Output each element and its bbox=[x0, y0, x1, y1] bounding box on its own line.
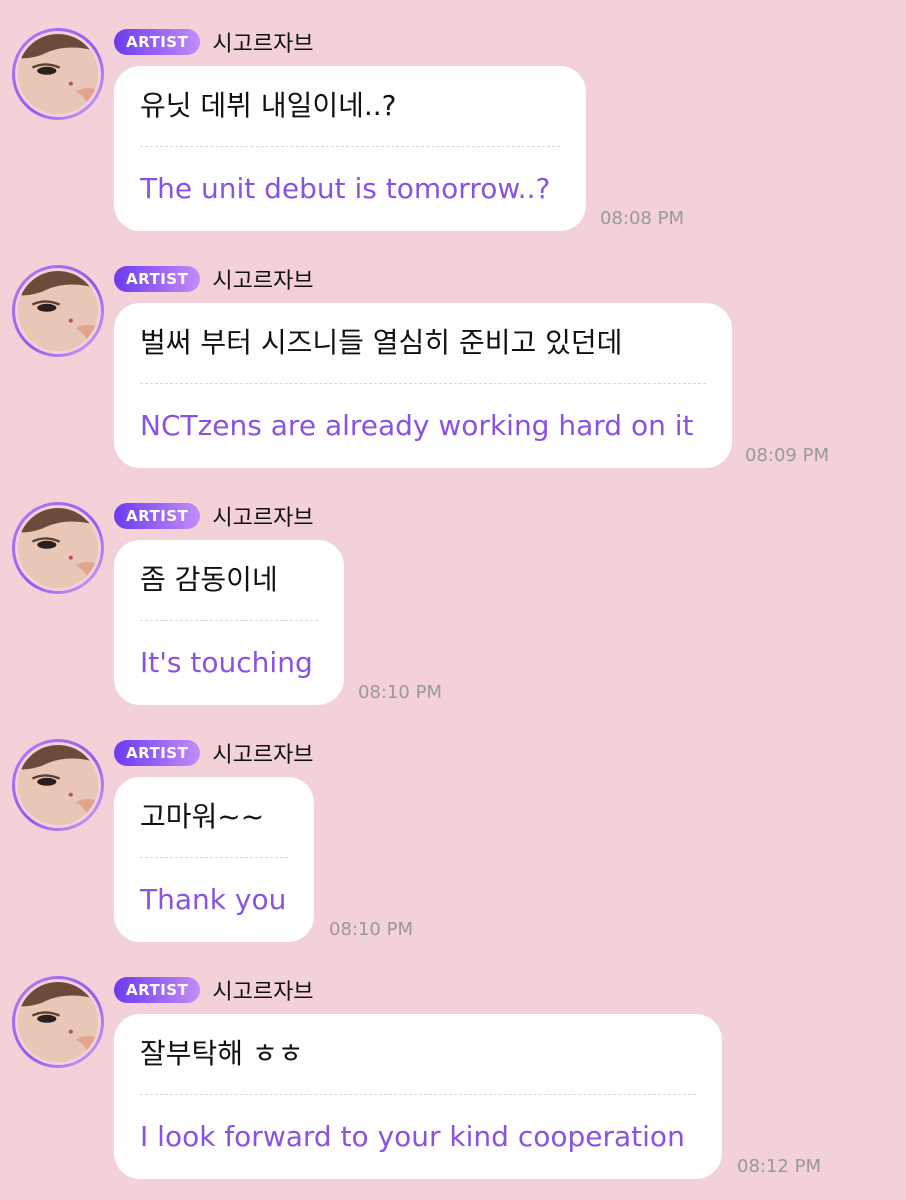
chat-message: ARTIST 시고르자브 벌써 부터 시즈니들 열심히 준비고 있던데 NCTz… bbox=[0, 265, 906, 475]
avatar-photo bbox=[15, 742, 101, 828]
message-bubble[interactable]: 벌써 부터 시즈니들 열심히 준비고 있던데 NCTzens are alrea… bbox=[114, 303, 732, 468]
artist-badge: ARTIST bbox=[114, 29, 201, 55]
original-text: 잘부탁해 ㅎㅎ bbox=[140, 1037, 304, 1070]
avatar-photo bbox=[15, 31, 101, 117]
message-header: ARTIST 시고르자브 bbox=[114, 26, 314, 58]
message-timestamp: 08:09 PM bbox=[745, 445, 829, 466]
original-text: 좀 감동이네 bbox=[140, 563, 278, 596]
artist-avatar[interactable] bbox=[12, 502, 104, 594]
translated-text: I look forward to your kind cooperation bbox=[140, 1120, 685, 1153]
avatar-photo bbox=[15, 505, 101, 591]
message-header: ARTIST 시고르자브 bbox=[114, 737, 314, 769]
translated-text: It's touching bbox=[140, 646, 313, 679]
message-timestamp: 08:12 PM bbox=[737, 1156, 821, 1177]
chat-message: ARTIST 시고르자브 잘부탁해 ㅎㅎ I look forward to y… bbox=[0, 976, 906, 1186]
message-bubble[interactable]: 잘부탁해 ㅎㅎ I look forward to your kind coop… bbox=[114, 1014, 722, 1179]
artist-badge: ARTIST bbox=[114, 977, 201, 1003]
avatar-photo bbox=[15, 268, 101, 354]
artist-avatar[interactable] bbox=[12, 28, 104, 120]
message-timestamp: 08:10 PM bbox=[329, 919, 413, 940]
artist-badge: ARTIST bbox=[114, 740, 201, 766]
original-text: 벌써 부터 시즈니들 열심히 준비고 있던데 bbox=[140, 326, 623, 359]
sender-name[interactable]: 시고르자브 bbox=[212, 974, 313, 1006]
message-timestamp: 08:10 PM bbox=[358, 682, 442, 703]
avatar-photo bbox=[15, 979, 101, 1065]
chat-message: ARTIST 시고르자브 유닛 데뷔 내일이네..? The unit debu… bbox=[0, 28, 906, 238]
message-bubble[interactable]: 좀 감동이네 It's touching bbox=[114, 540, 344, 705]
chat-message: ARTIST 시고르자브 좀 감동이네 It's touching 08:10 … bbox=[0, 502, 906, 712]
sender-name[interactable]: 시고르자브 bbox=[212, 737, 313, 769]
original-text: 유닛 데뷔 내일이네..? bbox=[140, 89, 397, 122]
sender-name[interactable]: 시고르자브 bbox=[212, 26, 313, 58]
artist-avatar[interactable] bbox=[12, 739, 104, 831]
translated-text: NCTzens are already working hard on it bbox=[140, 409, 694, 442]
artist-badge: ARTIST bbox=[114, 503, 201, 529]
translated-text: The unit debut is tomorrow..? bbox=[140, 172, 551, 205]
artist-badge: ARTIST bbox=[114, 266, 201, 292]
message-header: ARTIST 시고르자브 bbox=[114, 974, 314, 1006]
translated-text: Thank you bbox=[140, 883, 287, 916]
artist-avatar[interactable] bbox=[12, 265, 104, 357]
sender-name[interactable]: 시고르자브 bbox=[212, 500, 313, 532]
message-bubble[interactable]: 유닛 데뷔 내일이네..? The unit debut is tomorrow… bbox=[114, 66, 586, 231]
message-header: ARTIST 시고르자브 bbox=[114, 263, 314, 295]
sender-name[interactable]: 시고르자브 bbox=[212, 263, 313, 295]
message-timestamp: 08:08 PM bbox=[600, 208, 684, 229]
chat-message: ARTIST 시고르자브 고마워~~ Thank you 08:10 PM bbox=[0, 739, 906, 949]
original-text: 고마워~~ bbox=[140, 800, 265, 833]
chat-message-list[interactable]: ARTIST 시고르자브 유닛 데뷔 내일이네..? The unit debu… bbox=[0, 0, 906, 1200]
message-header: ARTIST 시고르자브 bbox=[114, 500, 314, 532]
message-bubble[interactable]: 고마워~~ Thank you bbox=[114, 777, 314, 942]
artist-avatar[interactable] bbox=[12, 976, 104, 1068]
